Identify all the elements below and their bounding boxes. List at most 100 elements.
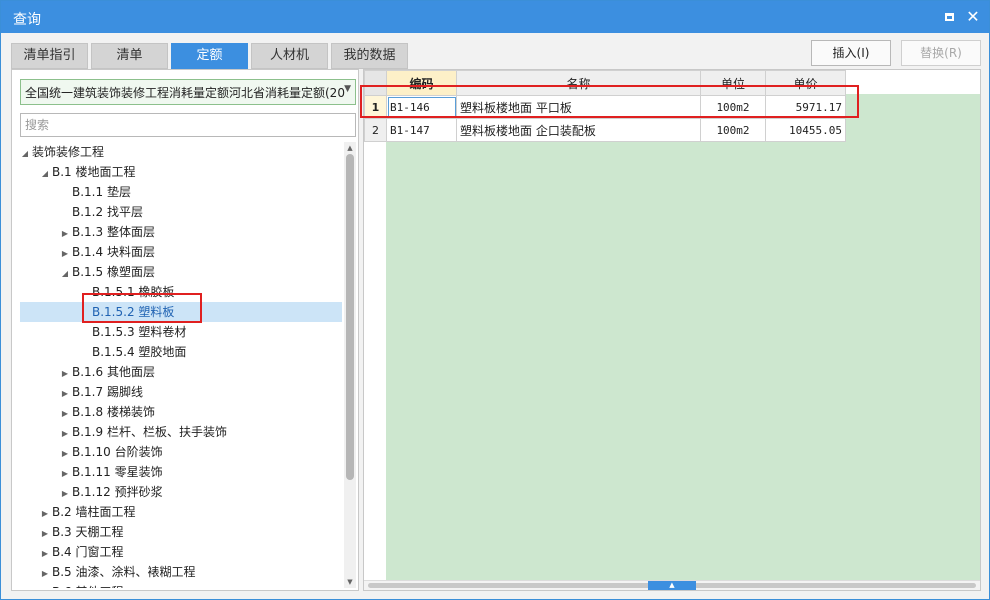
- collapsed-arrow-icon[interactable]: ▶: [38, 584, 52, 588]
- tree-scrollbar[interactable]: ▲ ▼: [344, 142, 356, 588]
- quota-tree-panel: 全国统一建筑装饰装修工程消耗量定额河北省消耗量定额(20 ▼ ◢装饰装修工程◢B…: [11, 69, 359, 591]
- tree-node-label: B.1.2 找平层: [72, 205, 143, 219]
- tree-node-label: B.1.9 栏杆、栏板、扶手装饰: [72, 425, 227, 439]
- expanded-arrow-icon[interactable]: ◢: [18, 144, 32, 164]
- tree-node[interactable]: ▶ B.3 天棚工程: [38, 522, 124, 542]
- tab-bill[interactable]: 清单: [91, 43, 168, 69]
- cell-code[interactable]: B1-146: [386, 95, 457, 119]
- tree-node-label: B.3 天棚工程: [52, 525, 124, 539]
- tab-labor-material-machine[interactable]: 人材机: [251, 43, 328, 69]
- tree-node[interactable]: ▶ B.2 墙柱面工程: [38, 502, 136, 522]
- collapsed-arrow-icon[interactable]: ▶: [58, 484, 72, 504]
- table-row[interactable]: 2 B1-147 塑料板楼地面 企口装配板 100m2 10455.05: [364, 118, 846, 142]
- tree-node-label: B.1.1 垫层: [72, 185, 131, 199]
- tree-node[interactable]: ▶B.6 其他工程: [38, 582, 124, 588]
- tree-node-label: B.1.4 块料面层: [72, 245, 155, 259]
- title-bar[interactable]: 查询 ✕: [1, 1, 989, 33]
- collapsed-arrow-icon[interactable]: ▶: [58, 364, 72, 384]
- tree-node[interactable]: ▶ B.1.12 预拌砂浆: [58, 482, 163, 502]
- tab-bill-guide[interactable]: 清单指引: [11, 43, 88, 69]
- scrollbar-thumb[interactable]: [346, 154, 354, 480]
- tree-node-label: B.6 其他工程: [52, 585, 124, 588]
- cell-unit[interactable]: 100m2: [700, 95, 766, 119]
- tree-node-label: B.4 门窗工程: [52, 545, 124, 559]
- grid-empty-area: [386, 94, 980, 582]
- quota-grid-panel: 编码 名称 单位 单价 1 B1-146 塑料板楼地面 平口板 100m2 59…: [363, 69, 981, 591]
- quota-library-value: 全国统一建筑装饰装修工程消耗量定额河北省消耗量定额(20: [25, 86, 345, 100]
- collapsed-arrow-icon[interactable]: ▶: [58, 224, 72, 244]
- tree-node[interactable]: ▶ B.1.9 栏杆、栏板、扶手装饰: [58, 422, 227, 442]
- collapsed-arrow-icon[interactable]: ▶: [58, 464, 72, 484]
- table-corner: [364, 70, 387, 96]
- tree-node[interactable]: ▶ B.1.6 其他面层: [58, 362, 155, 382]
- collapsed-arrow-icon[interactable]: ▶: [38, 504, 52, 524]
- header-name[interactable]: 名称: [456, 70, 701, 96]
- tree-node[interactable]: ▶ B.1.4 块料面层: [58, 242, 155, 262]
- collapsed-arrow-icon[interactable]: ▶: [58, 384, 72, 404]
- tree-node[interactable]: B.1.5.2 塑料板: [78, 302, 174, 322]
- cell-price[interactable]: 10455.05: [765, 118, 846, 142]
- collapsed-arrow-icon[interactable]: ▶: [58, 444, 72, 464]
- tree-selection-highlight: [20, 302, 342, 322]
- tree-node-label: B.1.8 楼梯装饰: [72, 405, 155, 419]
- tree-node[interactable]: ▶ B.4 门窗工程: [38, 542, 124, 562]
- header-code[interactable]: 编码: [386, 70, 457, 96]
- tree-node-label: B.5 油漆、涂料、裱糊工程: [52, 565, 196, 579]
- collapsed-arrow-icon[interactable]: ▶: [38, 564, 52, 584]
- maximize-icon[interactable]: [939, 7, 959, 27]
- tree-node[interactable]: ▶ B.1.11 零星装饰: [58, 462, 163, 482]
- collapsed-arrow-icon[interactable]: ▶: [58, 404, 72, 424]
- tree-node-label: B.1.5 橡塑面层: [72, 265, 155, 279]
- cell-code[interactable]: B1-147: [386, 118, 457, 142]
- tree-node[interactable]: ▶ B.1.7 踢脚线: [58, 382, 143, 402]
- tab-my-data[interactable]: 我的数据: [331, 43, 408, 69]
- scroll-down-icon[interactable]: ▼: [344, 576, 356, 588]
- tree-node-label: B.1.12 预拌砂浆: [72, 485, 163, 499]
- search-input[interactable]: [20, 113, 356, 137]
- table-row[interactable]: 1 B1-146 塑料板楼地面 平口板 100m2 5971.17: [364, 95, 846, 119]
- collapsed-arrow-icon[interactable]: ▶: [38, 524, 52, 544]
- scroll-up-icon[interactable]: ▲: [344, 142, 356, 154]
- close-icon[interactable]: ✕: [963, 7, 983, 27]
- tree-node-label: 装饰装修工程: [32, 145, 105, 159]
- tree-node[interactable]: B.1.5.4 塑胶地面: [78, 342, 186, 362]
- tree-node-label: B.1.5.4 塑胶地面: [92, 345, 187, 359]
- header-unit[interactable]: 单位: [700, 70, 766, 96]
- tree-node[interactable]: B.1.5.1 橡胶板: [78, 282, 174, 302]
- tree-node[interactable]: ▶ B.1.10 台阶装饰: [58, 442, 163, 462]
- tree-node-label: B.1.3 整体面层: [72, 225, 155, 239]
- replace-button[interactable]: 替换(R): [901, 40, 981, 66]
- tree-node-label: B.2 墙柱面工程: [52, 505, 136, 519]
- tree-node[interactable]: B.1.1 垫层: [58, 182, 131, 202]
- dropdown-arrow-icon[interactable]: ▼: [344, 84, 351, 94]
- tree-node-label: B.1 楼地面工程: [52, 165, 136, 179]
- header-price[interactable]: 单价: [765, 70, 846, 96]
- tree-node[interactable]: ▶ B.1.3 整体面层: [58, 222, 155, 242]
- tree-node[interactable]: ◢ B.1 楼地面工程: [38, 162, 136, 182]
- insert-button[interactable]: 插入(I): [811, 40, 891, 66]
- expanded-arrow-icon[interactable]: ◢: [38, 164, 52, 184]
- tree-node[interactable]: ◢ 装饰装修工程: [18, 142, 104, 162]
- tree-node[interactable]: ◢ B.1.5 橡塑面层: [58, 262, 155, 282]
- tree-node[interactable]: ▶ B.1.8 楼梯装饰: [58, 402, 155, 422]
- tree-node[interactable]: B.1.5.3 塑料卷材: [78, 322, 186, 342]
- chapter-tree: ◢ 装饰装修工程 ◢ B.1 楼地面工程 B.1.1 垫层 B.1.2 找平层 ▶ B.1.3…: [12, 142, 342, 588]
- tree-node-label: B.1.6 其他面层: [72, 365, 155, 379]
- tab-quota[interactable]: 定额: [171, 43, 248, 69]
- quota-library-select[interactable]: 全国统一建筑装饰装修工程消耗量定额河北省消耗量定额(20 ▼: [20, 79, 356, 105]
- cell-name[interactable]: 塑料板楼地面 企口装配板: [456, 118, 701, 142]
- tree-node-label: B.1.7 踢脚线: [72, 385, 143, 399]
- collapsed-arrow-icon[interactable]: ▶: [58, 244, 72, 264]
- row-number[interactable]: 2: [364, 118, 387, 142]
- query-dialog: 查询 ✕ 清单指引 清单 定额 人材机 我的数据 插入(I) 替换(R) 全国统…: [0, 0, 990, 600]
- tree-node[interactable]: B.1.2 找平层: [58, 202, 143, 222]
- cell-price[interactable]: 5971.17: [765, 95, 846, 119]
- cell-name[interactable]: 塑料板楼地面 平口板: [456, 95, 701, 119]
- collapsed-arrow-icon[interactable]: ▶: [58, 424, 72, 444]
- row-number[interactable]: 1: [364, 95, 387, 119]
- expanded-arrow-icon[interactable]: ◢: [58, 264, 72, 284]
- cell-unit[interactable]: 100m2: [700, 118, 766, 142]
- collapsed-arrow-icon[interactable]: ▶: [38, 544, 52, 564]
- collapse-panel-icon[interactable]: ▲: [648, 581, 696, 590]
- tree-node[interactable]: ▶ B.5 油漆、涂料、裱糊工程: [38, 562, 196, 582]
